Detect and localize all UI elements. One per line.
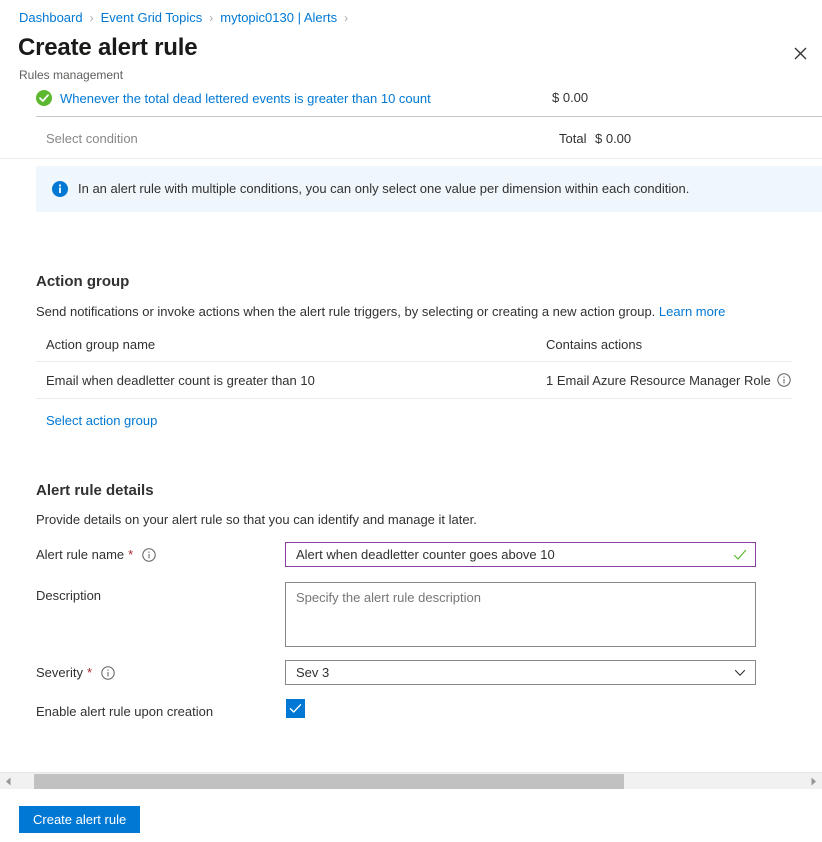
cell-action-group-name: Email when deadletter count is greater t…	[36, 373, 546, 388]
create-alert-rule-button[interactable]: Create alert rule	[19, 806, 140, 833]
cell-contains-actions: 1 Email Azure Resource Manager Role	[546, 373, 792, 388]
create-alert-rule-blade: Dashboard › Event Grid Topics › mytopic0…	[0, 0, 822, 842]
alert-rule-name-input[interactable]	[285, 542, 756, 567]
alert-rule-name-label-text: Alert rule name	[36, 546, 124, 564]
description-label-text: Description	[36, 587, 101, 605]
info-icon	[52, 181, 68, 197]
page-title: Create alert rule	[18, 33, 197, 63]
required-indicator: *	[128, 546, 133, 564]
action-group-description: Send notifications or invoke actions whe…	[36, 303, 796, 321]
scroll-right-button[interactable]	[805, 773, 822, 790]
alert-rule-name-label: Alert rule name *	[36, 546, 156, 564]
column-header-action-group-name: Action group name	[36, 336, 546, 354]
info-outline-icon[interactable]	[777, 373, 791, 387]
severity-label: Severity *	[36, 664, 115, 682]
severity-label-text: Severity	[36, 664, 83, 682]
enable-alert-rule-checkbox[interactable]	[286, 699, 305, 718]
breadcrumb-item-event-grid-topics[interactable]: Event Grid Topics	[101, 10, 203, 26]
breadcrumb-item-mytopic-alerts[interactable]: mytopic0130 | Alerts	[220, 10, 337, 26]
alert-rule-details-heading: Alert rule details	[36, 481, 154, 501]
green-check-circle-icon	[36, 90, 52, 106]
close-button[interactable]	[784, 37, 816, 69]
breadcrumb-separator-icon: ›	[83, 10, 101, 26]
total-label: Total	[559, 127, 586, 151]
info-outline-icon[interactable]	[142, 548, 156, 562]
select-condition-placeholder[interactable]: Select condition	[46, 127, 138, 151]
total-row: Select condition Total $ 0.00	[36, 127, 814, 151]
page-subtitle: Rules management	[19, 67, 123, 83]
learn-more-link[interactable]: Learn more	[659, 304, 725, 319]
info-outline-icon[interactable]	[101, 666, 115, 680]
table-row[interactable]: Email when deadletter count is greater t…	[36, 362, 792, 399]
chevron-down-icon	[734, 667, 746, 679]
description-label: Description	[36, 587, 101, 605]
table-header-row: Action group name Contains actions	[36, 336, 792, 362]
section-divider	[0, 158, 822, 159]
close-icon	[794, 47, 807, 60]
condition-price: $ 0.00	[552, 86, 588, 110]
breadcrumb: Dashboard › Event Grid Topics › mytopic0…	[19, 10, 355, 26]
cell-contains-actions-text: 1 Email Azure Resource Manager Role	[546, 373, 771, 388]
scrollbar-thumb[interactable]	[34, 774, 624, 789]
breadcrumb-item-dashboard[interactable]: Dashboard	[19, 10, 83, 26]
horizontal-scrollbar[interactable]	[0, 772, 822, 789]
condition-link[interactable]: Whenever the total dead lettered events …	[60, 90, 431, 107]
scrollbar-track[interactable]	[17, 773, 805, 790]
total-value: $ 0.00	[595, 127, 631, 151]
description-textarea[interactable]	[285, 582, 756, 647]
valid-check-icon	[733, 548, 747, 562]
chevron-right-icon	[810, 777, 817, 786]
condition-row: Whenever the total dead lettered events …	[36, 86, 814, 110]
action-group-table: Action group name Contains actions Email…	[36, 336, 792, 399]
info-banner-text: In an alert rule with multiple condition…	[78, 180, 689, 198]
severity-select[interactable]: Sev 3	[285, 660, 756, 685]
checkmark-icon	[289, 702, 302, 715]
breadcrumb-separator-icon: ›	[202, 10, 220, 26]
chevron-left-icon	[5, 777, 12, 786]
action-group-heading: Action group	[36, 272, 129, 292]
severity-selected-value: Sev 3	[296, 661, 329, 684]
info-banner: In an alert rule with multiple condition…	[36, 166, 822, 212]
required-indicator: *	[87, 664, 92, 682]
action-group-description-text: Send notifications or invoke actions whe…	[36, 304, 655, 319]
alert-rule-details-description: Provide details on your alert rule so th…	[36, 511, 796, 529]
select-action-group-link[interactable]: Select action group	[46, 412, 157, 430]
enable-alert-rule-label: Enable alert rule upon creation	[36, 703, 213, 721]
condition-divider	[36, 116, 822, 117]
column-header-contains-actions: Contains actions	[546, 336, 792, 354]
enable-alert-rule-label-text: Enable alert rule upon creation	[36, 703, 213, 721]
breadcrumb-separator-icon: ›	[337, 10, 355, 26]
scroll-left-button[interactable]	[0, 773, 17, 790]
